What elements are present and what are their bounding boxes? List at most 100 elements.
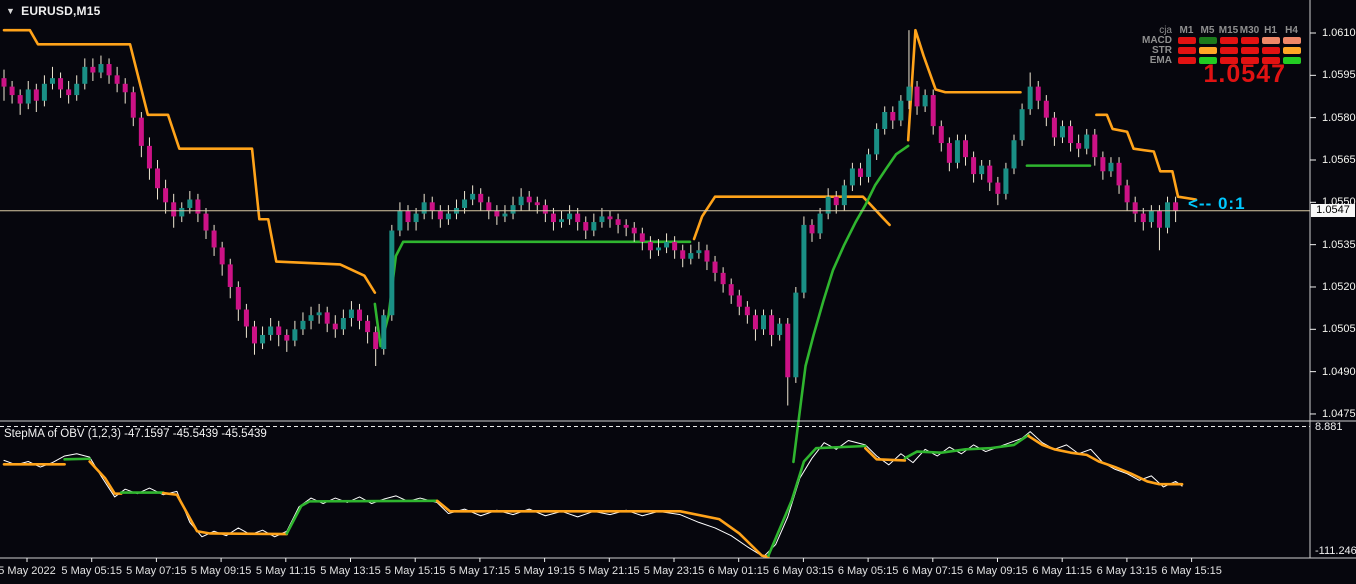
bear-candle-body <box>324 312 330 324</box>
bear-candle-body <box>163 188 169 203</box>
bear-candle-body <box>243 309 249 327</box>
bull-candle-body <box>696 250 702 254</box>
bull-candle-body <box>518 196 524 206</box>
bear-candle-body <box>211 230 217 248</box>
bear-candle-body <box>219 247 225 265</box>
bear-candle-body <box>486 202 492 211</box>
bull-candle-body <box>817 213 823 234</box>
bull-candle-body <box>922 95 928 107</box>
symbol-title-label: EURUSD,M15 <box>21 4 101 18</box>
time-axis-label: 5 May 13:15 <box>320 565 381 577</box>
bear-candle-body <box>106 64 112 76</box>
bear-candle-body <box>122 83 128 93</box>
tf-row-MACD: MACD <box>1138 35 1302 46</box>
tf-signal-cell-STR-M1 <box>1177 46 1196 54</box>
bear-candle-body <box>114 75 120 84</box>
bull-candle-body <box>793 292 799 378</box>
chart-canvas[interactable] <box>0 0 1356 584</box>
bull-candle-body <box>874 128 880 155</box>
bear-candle-body <box>963 140 969 158</box>
bull-candle-body <box>187 199 193 208</box>
bear-candle-body <box>995 182 1001 194</box>
bull-candle-body <box>1003 168 1009 194</box>
tf-column-M15: M15 <box>1218 24 1239 36</box>
bear-candle-body <box>752 315 758 330</box>
price-axis-label: 1.0610 <box>1322 27 1356 39</box>
bull-candle-body <box>49 78 55 84</box>
tf-column-M30: M30 <box>1239 24 1260 36</box>
bear-candle-body <box>284 334 290 341</box>
bull-candle-body <box>292 329 298 341</box>
tf-cell-slot <box>1281 36 1302 44</box>
price-axis-label: 1.0520 <box>1322 280 1356 293</box>
bear-candle-body <box>890 112 896 121</box>
tf-signal-cell-STR-H1 <box>1261 46 1280 54</box>
price-axis-label: 1.0490 <box>1322 365 1356 378</box>
obv-stepma-up-line <box>63 457 91 461</box>
tf-signal-cell-STR-M30 <box>1240 46 1259 54</box>
time-axis-label: 6 May 01:15 <box>708 565 769 577</box>
tf-signal-cell-MACD-H1 <box>1261 36 1280 44</box>
price-axis-label: 1.0580 <box>1322 111 1356 124</box>
tf-cell-slot <box>1176 36 1197 44</box>
bear-candle-body <box>494 210 500 217</box>
symbol-title: ▼ EURUSD,M15 <box>6 4 100 18</box>
bull-candle-body <box>841 185 847 206</box>
bull-candle-body <box>866 154 872 177</box>
bull-candle-body <box>1019 109 1025 141</box>
bear-candle-body <box>171 202 177 217</box>
tf-signal-cell-STR-M15 <box>1219 46 1238 54</box>
tf-column-M1: M1 <box>1179 24 1194 36</box>
tf-cell-slot <box>1239 36 1260 44</box>
time-axis-label: 5 May 2022 <box>0 565 56 577</box>
bear-candle-body <box>332 323 338 330</box>
bull-candle-body <box>308 315 314 321</box>
bear-candle-body <box>478 193 484 203</box>
chart-background <box>0 0 1356 584</box>
bear-candle-body <box>712 261 718 273</box>
time-axis-label: 6 May 09:15 <box>967 565 1028 577</box>
time-axis-label: 5 May 17:15 <box>449 565 511 577</box>
bear-candle-body <box>938 126 944 144</box>
time-axis-label: 5 May 11:15 <box>255 565 316 577</box>
bear-candle-body <box>276 326 282 335</box>
bear-candle-body <box>1140 213 1146 223</box>
bear-candle-body <box>542 205 548 214</box>
bear-candle-body <box>785 323 791 378</box>
bear-candle-body <box>744 306 750 316</box>
bull-candle-body <box>413 213 419 223</box>
bull-candle-body <box>348 309 354 319</box>
bear-candle-body <box>987 165 993 183</box>
bull-candle-body <box>567 213 573 220</box>
tf-signal-cell-MACD-M15 <box>1219 36 1238 44</box>
bull-candle-body <box>1148 210 1154 223</box>
tf-signal-cell-MACD-M5 <box>1198 36 1217 44</box>
indicator-label: StepMA of OBV (1,2,3) -47.1597 -45.5439 … <box>4 428 267 440</box>
bear-candle-body <box>583 222 589 231</box>
bear-candle-body <box>1156 210 1162 228</box>
bear-candle-body <box>373 332 379 350</box>
bull-candle-body <box>898 100 904 121</box>
bull-candle-body <box>801 224 807 293</box>
bull-candle-body <box>389 230 395 316</box>
bear-candle-body <box>17 95 23 104</box>
tf-signal-cell-STR-H4 <box>1282 46 1301 54</box>
indicator-max-label: 8.881 <box>1315 421 1343 433</box>
time-axis-label: 6 May 13:15 <box>1096 565 1158 577</box>
bear-candle-body <box>550 213 556 223</box>
chart-dropdown-icon[interactable]: ▼ <box>6 6 15 16</box>
bear-candle-body <box>1068 126 1074 144</box>
tf-signal-cell-EMA-M1 <box>1177 56 1196 64</box>
bear-candle-body <box>526 196 532 203</box>
time-axis-label: 6 May 03:15 <box>773 565 834 577</box>
bear-candle-body <box>672 241 678 251</box>
bear-candle-body <box>357 309 363 321</box>
bear-candle-body <box>1173 202 1179 211</box>
tf-cell-slot <box>1176 56 1197 64</box>
time-axis-label: 6 May 11:15 <box>1032 565 1093 577</box>
indicator-min-label: -111.246 <box>1315 545 1356 557</box>
bear-candle-body <box>607 216 613 220</box>
time-axis-label: 5 May 15:15 <box>384 565 446 577</box>
bull-candle-body <box>954 140 960 163</box>
bear-candle-body <box>1043 100 1049 118</box>
